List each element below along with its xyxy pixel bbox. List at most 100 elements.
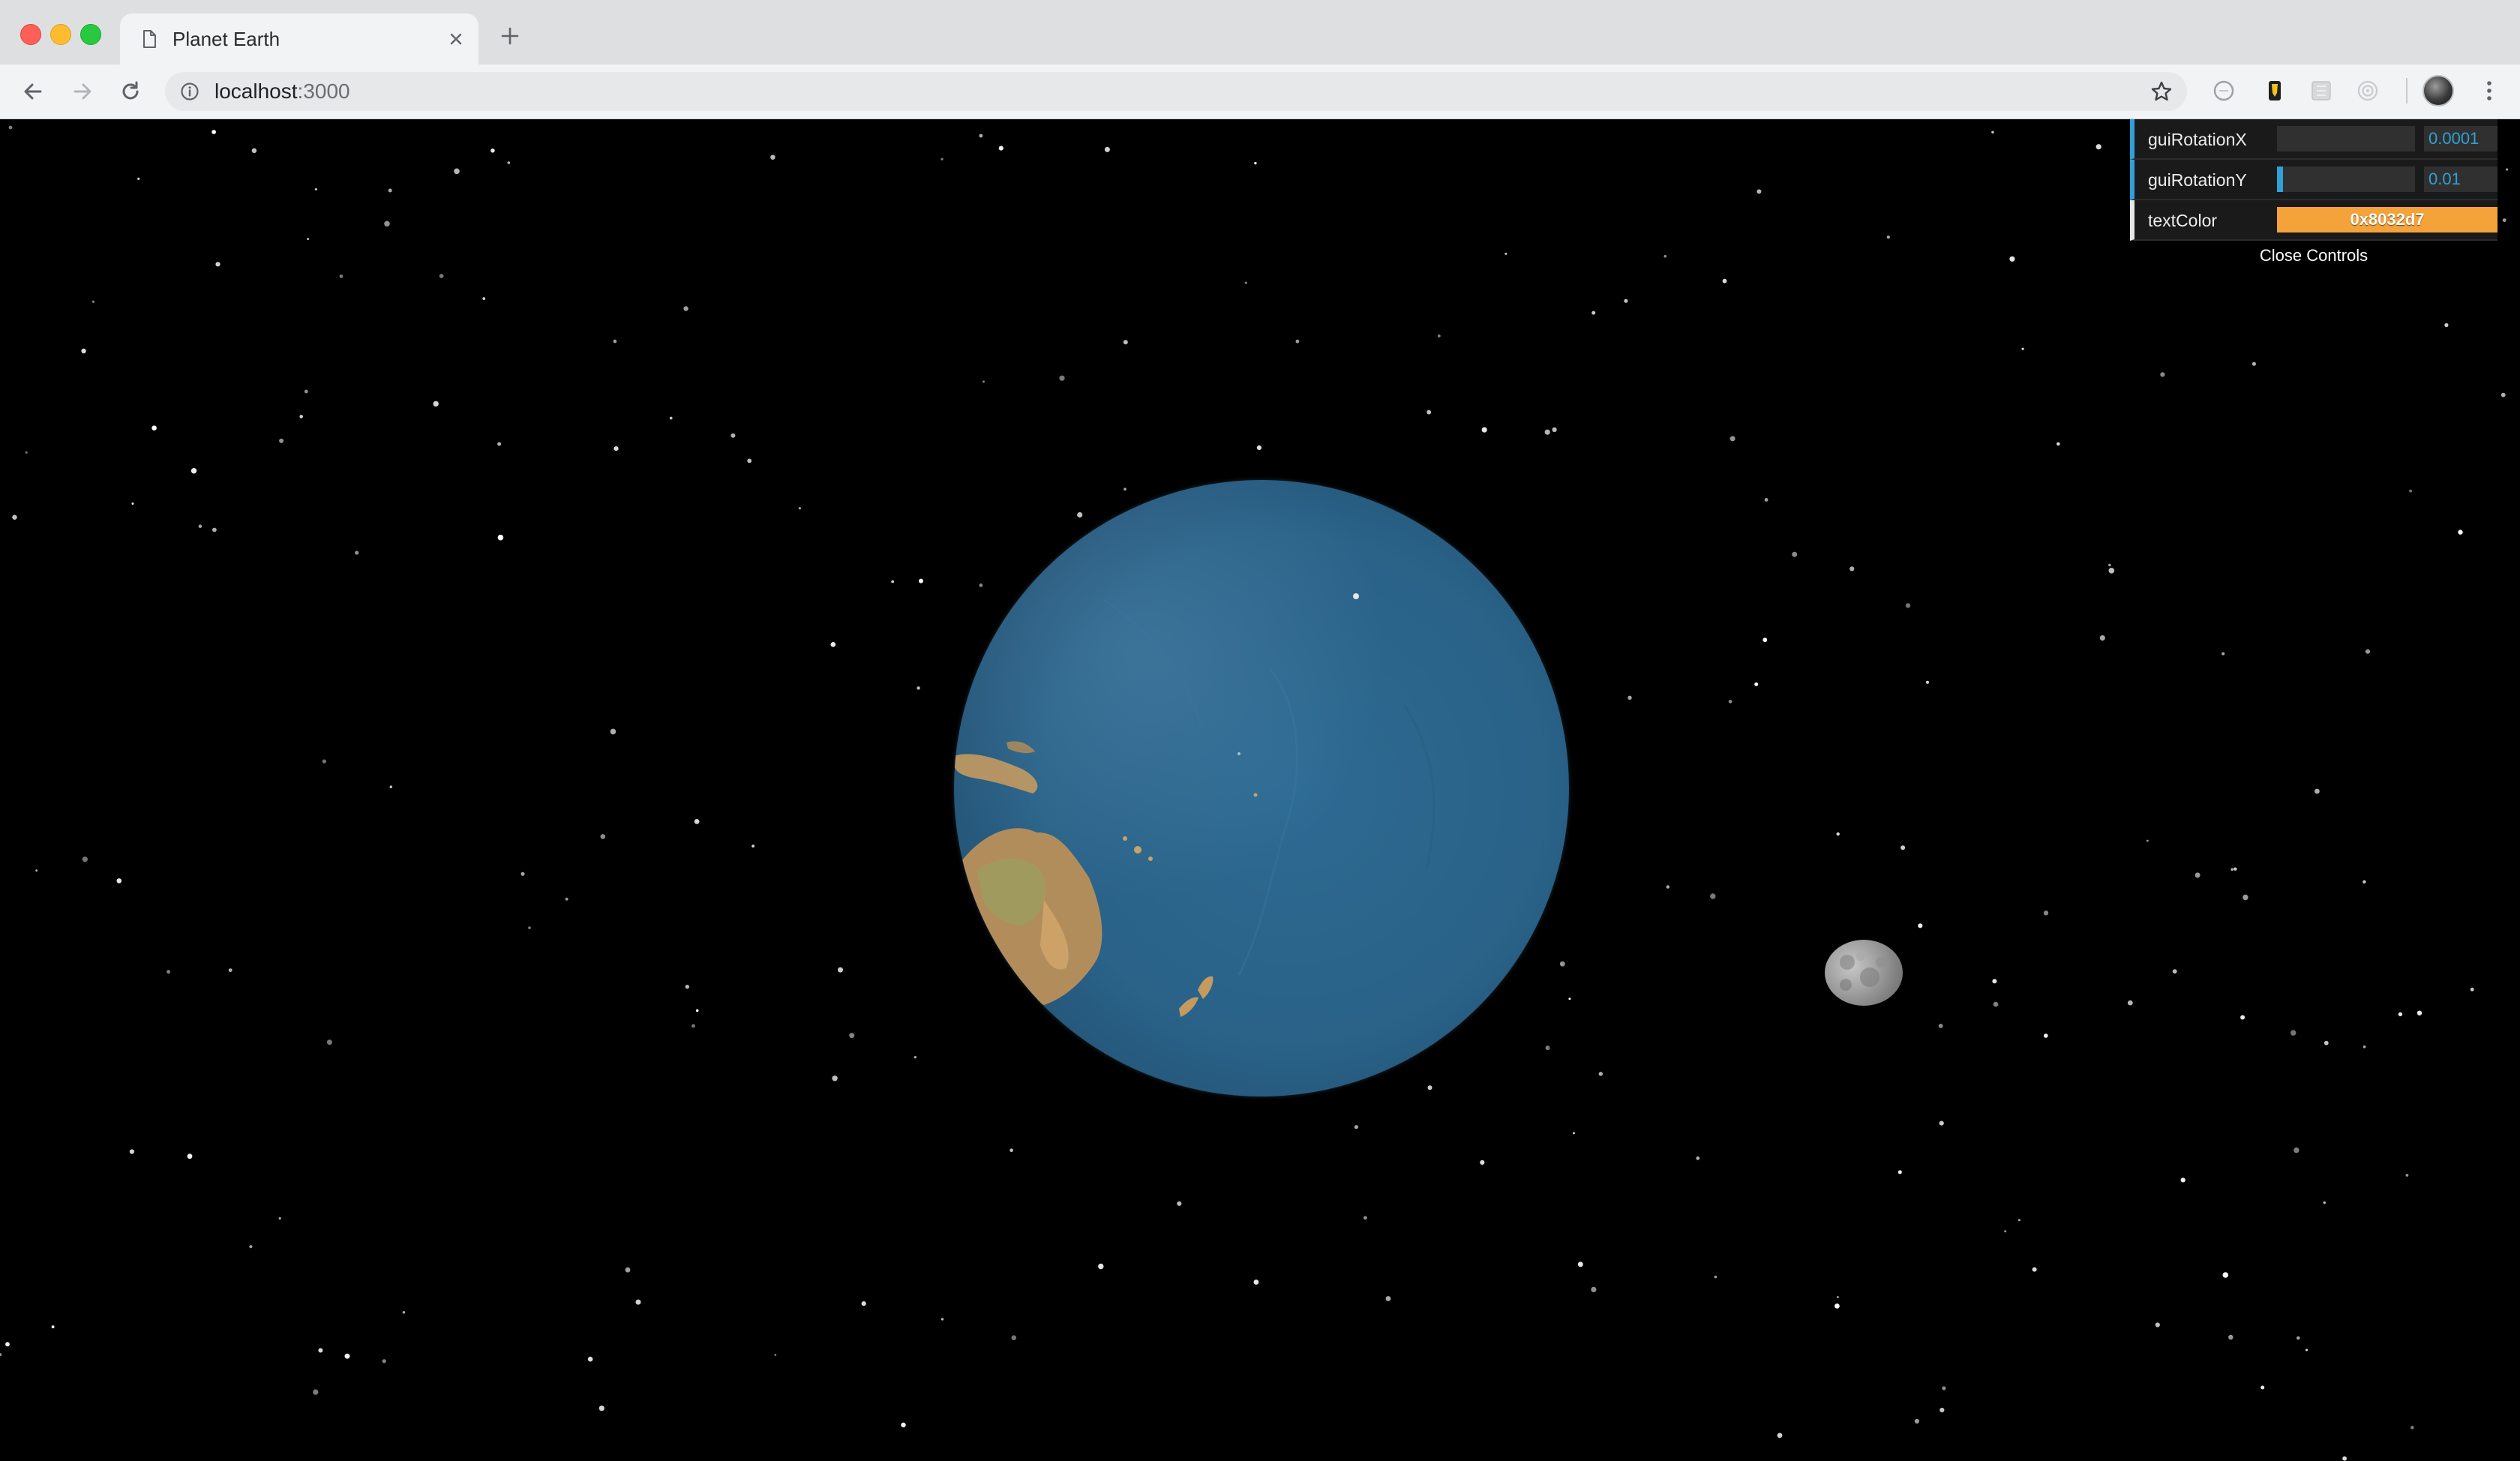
star	[1098, 1263, 1104, 1270]
star	[998, 146, 1004, 151]
extension-grid-icon[interactable]	[2307, 76, 2336, 105]
star-icon[interactable]	[2150, 80, 2174, 104]
star	[635, 1299, 641, 1305]
gui-rotation-x-input[interactable]: 0.0001	[2424, 126, 2498, 152]
star	[1426, 410, 1432, 415]
star	[1834, 1304, 1840, 1309]
star	[774, 1354, 777, 1356]
star	[916, 686, 920, 690]
star	[1628, 695, 1632, 700]
kebab-menu-icon[interactable]	[2475, 76, 2504, 105]
star	[694, 819, 700, 824]
webgl-canvas[interactable]	[0, 119, 2520, 1461]
browser-window: Planet Earth localhost:3000 guiRotationX…	[0, 0, 2520, 1461]
star	[1728, 700, 1732, 704]
address-bar[interactable]: localhost:3000	[165, 72, 2187, 111]
star	[198, 524, 202, 528]
star	[251, 148, 257, 153]
star	[2234, 867, 2237, 871]
star	[940, 158, 944, 160]
gui-rotation-x-slider[interactable]	[2277, 126, 2415, 152]
star	[2228, 1334, 2234, 1340]
star	[1011, 1335, 1017, 1340]
extension-target-icon[interactable]	[2354, 76, 2382, 105]
star	[2127, 1000, 2133, 1006]
star	[2180, 1178, 2186, 1183]
star	[2240, 1015, 2246, 1020]
star	[0, 1353, 2, 1357]
star	[1914, 1418, 1919, 1424]
earth-globe	[954, 480, 1569, 1096]
star	[2294, 1147, 2300, 1154]
star	[830, 642, 836, 647]
star	[278, 1216, 281, 1220]
star	[1764, 498, 1768, 502]
gui-text-color-swatch[interactable]: 0x8032d7	[2277, 207, 2498, 232]
window-close-button[interactable]	[20, 24, 41, 45]
star	[1592, 310, 1596, 315]
star	[2314, 788, 2320, 794]
star	[2004, 1230, 2007, 1233]
star	[2362, 1046, 2366, 1048]
star	[1730, 436, 1736, 442]
gui-rotation-y-row: guiRotationY 0.01	[2130, 160, 2498, 200]
star	[190, 468, 197, 474]
url-text[interactable]: localhost:3000	[214, 78, 350, 105]
toolbar-divider	[2406, 78, 2408, 104]
back-arrow-icon[interactable]	[20, 78, 46, 105]
star	[507, 161, 511, 164]
tab-title: Planet Earth	[172, 28, 280, 50]
star	[1544, 429, 1550, 435]
star	[2160, 372, 2165, 377]
star	[1244, 281, 1247, 284]
window-minimize-button[interactable]	[50, 24, 71, 45]
plus-icon[interactable]	[500, 26, 520, 46]
star	[389, 785, 393, 788]
star	[35, 869, 38, 872]
star	[2032, 1267, 2037, 1272]
star	[1256, 445, 1262, 450]
star	[1938, 1024, 1943, 1028]
forward-arrow-icon[interactable]	[69, 78, 96, 105]
info-icon[interactable]	[180, 82, 200, 101]
earth-surface	[954, 593, 1436, 1017]
tab-planet-earth[interactable]: Planet Earth	[120, 14, 478, 64]
star	[685, 985, 689, 989]
page-icon	[143, 30, 156, 48]
gui-rotation-y-label: guiRotationY	[2148, 170, 2247, 190]
window-maximize-button[interactable]	[80, 24, 101, 45]
star	[1481, 427, 1487, 433]
star	[1886, 236, 1890, 239]
star	[2018, 1219, 2020, 1222]
star	[2252, 362, 2256, 366]
star	[2242, 894, 2248, 901]
star	[1993, 1001, 1999, 1007]
star	[598, 1406, 604, 1412]
star	[2342, 1456, 2348, 1461]
profile-avatar[interactable]	[2422, 75, 2454, 106]
star	[2409, 489, 2413, 493]
close-icon[interactable]	[446, 28, 466, 50]
gui-rotation-y-slider[interactable]	[2277, 166, 2415, 192]
star	[752, 844, 754, 848]
star	[849, 1033, 855, 1039]
star	[2362, 880, 2366, 884]
star	[2260, 1385, 2265, 1390]
star	[355, 550, 359, 555]
star	[861, 1301, 866, 1306]
star	[730, 433, 736, 438]
reload-icon[interactable]	[117, 78, 144, 105]
close-controls-button[interactable]: Close Controls	[2130, 241, 2498, 274]
star	[2056, 442, 2060, 446]
star	[2146, 839, 2149, 842]
star	[1104, 146, 1110, 152]
star	[625, 1267, 631, 1273]
gui-rotation-y-input[interactable]: 0.01	[2424, 166, 2498, 192]
extension-circle-icon[interactable]	[2210, 76, 2238, 105]
star	[249, 1245, 253, 1249]
star	[382, 1359, 386, 1364]
extension-shield-icon[interactable]	[2260, 76, 2289, 105]
star	[1900, 845, 1906, 850]
star	[131, 502, 134, 505]
star	[610, 728, 616, 735]
